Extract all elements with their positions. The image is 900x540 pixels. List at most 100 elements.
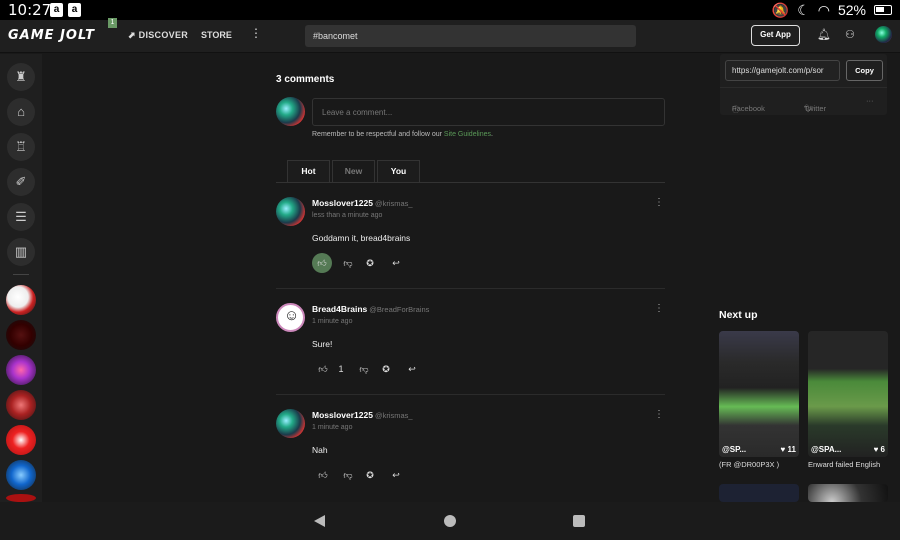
battery-percent: 52%: [837, 2, 866, 18]
next-up-thumbnail[interactable]: @SP... ♥ 11: [719, 331, 799, 457]
community-avatar[interactable]: [6, 320, 36, 350]
comment-divider: [276, 288, 665, 289]
discover-link[interactable]: ⬈ DISCOVER: [128, 30, 188, 41]
tabs-divider: [276, 182, 665, 183]
amazon-app-icon: a: [50, 3, 63, 17]
friends-icon[interactable]: ⚇: [845, 28, 855, 41]
next-up-caption[interactable]: (FR @DR00P3X ): [719, 460, 779, 469]
author-handle: @krismas_: [374, 411, 413, 420]
comment-more-icon[interactable]: ⋮: [654, 303, 664, 314]
comment-avatar[interactable]: [276, 303, 305, 332]
status-time: 10:27: [8, 1, 52, 19]
moon-icon: ☾: [797, 1, 810, 18]
home-icon[interactable]: [444, 515, 456, 527]
comment-author[interactable]: Mosslover1225 @krismas_: [312, 198, 413, 208]
dislike-button[interactable]: 👎︎: [338, 253, 358, 273]
site-guidelines-link[interactable]: Site Guidelines: [444, 131, 491, 138]
tab-hot[interactable]: Hot: [287, 160, 330, 182]
library-icon[interactable]: ▥: [7, 238, 35, 266]
comment-more-icon[interactable]: ⋮: [654, 197, 664, 208]
share-url-field[interactable]: https://gamejolt.com/p/sor: [725, 60, 840, 81]
community-avatar[interactable]: [6, 494, 36, 502]
comment-author[interactable]: Bread4Brains @BreadForBrains: [312, 304, 429, 314]
author-name: Mosslover1225: [312, 410, 373, 420]
guidelines-reminder: Remember to be respectful and follow our…: [312, 131, 493, 138]
community-avatar[interactable]: [6, 425, 36, 455]
charge-button[interactable]: ✪: [360, 253, 380, 273]
author-handle: @krismas_: [374, 199, 413, 208]
recent-apps-icon[interactable]: [573, 515, 585, 527]
next-up-caption[interactable]: Enward failed English: [808, 460, 880, 469]
heart-icon: ♥: [780, 445, 788, 454]
user-avatar[interactable]: [875, 26, 892, 43]
community-avatar[interactable]: [6, 355, 36, 385]
tab-new[interactable]: New: [332, 160, 375, 182]
twitter-label: Twitter: [804, 104, 827, 113]
thumbnail-user: @SPA...: [811, 445, 842, 454]
comments-count: 3 comments: [276, 74, 335, 85]
trophy-icon[interactable]: ♜: [7, 63, 35, 91]
thumbnail-likes: 6: [880, 445, 885, 454]
comment-more-icon[interactable]: ⋮: [654, 409, 664, 420]
community-avatar[interactable]: [6, 285, 36, 315]
author-name: Mosslover1225: [312, 198, 373, 208]
compass-icon: ⬈: [128, 30, 139, 40]
heart-icon: ♥: [873, 445, 881, 454]
next-up-title: Next up: [719, 309, 758, 321]
comment-divider: [276, 394, 665, 395]
like-button[interactable]: 👍︎: [312, 253, 332, 273]
back-icon[interactable]: [314, 515, 325, 527]
bell-icon[interactable]: 🔔︎: [817, 28, 831, 41]
thumbnail-user: @SP...: [722, 445, 747, 454]
comment-avatar[interactable]: [276, 197, 305, 226]
thumbnail-likes: 11: [787, 445, 796, 454]
amazon-app-icon: a: [68, 3, 81, 17]
store-icon[interactable]: ⌂: [7, 98, 35, 126]
comment-body: Goddamn it, bread4brains: [312, 233, 411, 243]
copy-button[interactable]: Copy: [846, 60, 883, 81]
like-button[interactable]: 👍︎: [316, 359, 330, 379]
thumbnail-stats: @SPA... ♥ 6: [811, 445, 885, 454]
next-up-thumbnail[interactable]: [719, 484, 799, 502]
system-nav-bar: [0, 502, 900, 540]
author-name: Bread4Brains: [312, 304, 368, 314]
community-avatar[interactable]: [6, 390, 36, 420]
search-input[interactable]: #bancomet: [305, 25, 636, 47]
cake-icon[interactable]: ♖: [7, 133, 35, 161]
bell-off-icon: 🔕: [771, 1, 790, 18]
share-options: ⓕ Facebook 🐦︎ Twitter ···: [720, 87, 887, 114]
gamejolt-logo[interactable]: GAME JOLT: [8, 28, 95, 43]
community-avatar[interactable]: [6, 460, 36, 490]
comment-body: Sure!: [312, 339, 333, 349]
discover-label: DISCOVER: [138, 30, 189, 40]
left-sidebar: ♜ ⌂ ♖ ✐ ☰ ▥: [0, 54, 42, 502]
more-menu-icon[interactable]: ⋮: [250, 26, 262, 40]
more-share-icon[interactable]: ···: [866, 96, 874, 105]
next-up-thumbnail[interactable]: @SPA... ♥ 6: [808, 331, 888, 457]
next-up-thumbnail[interactable]: [808, 484, 888, 502]
dislike-button[interactable]: 👎︎: [338, 465, 358, 485]
charge-button[interactable]: ✪: [360, 465, 380, 485]
charge-button[interactable]: ✪: [376, 359, 396, 379]
reply-button[interactable]: ↩: [386, 465, 406, 485]
comment-time: 1 minute ago: [312, 318, 353, 325]
comment-time: less than a minute ago: [312, 212, 383, 219]
tab-you[interactable]: You: [377, 160, 420, 182]
reply-button[interactable]: ↩: [402, 359, 422, 379]
comment-input[interactable]: Leave a comment...: [312, 98, 665, 126]
dislike-button[interactable]: 👎︎: [354, 359, 374, 379]
chat-icon[interactable]: ☰: [7, 203, 35, 231]
like-button[interactable]: 👍︎: [316, 465, 330, 485]
reply-button[interactable]: ↩: [386, 253, 406, 273]
status-bar: 10:27 a a 🔕 ☾ ◠ 52%: [0, 0, 900, 20]
share-panel: https://gamejolt.com/p/sor Copy ⓕ Facebo…: [720, 54, 887, 115]
comment-avatar[interactable]: [276, 409, 305, 438]
thumbnail-stats: @SP... ♥ 11: [722, 445, 796, 454]
comment-author[interactable]: Mosslover1225 @krismas_: [312, 410, 413, 420]
broom-icon[interactable]: ✐: [7, 168, 35, 196]
get-app-button[interactable]: Get App: [751, 25, 800, 46]
reminder-text: Remember to be respectful and follow our: [312, 131, 444, 138]
notification-badge: 1: [108, 18, 117, 28]
battery-icon: [874, 5, 892, 15]
store-link[interactable]: STORE: [201, 30, 232, 40]
